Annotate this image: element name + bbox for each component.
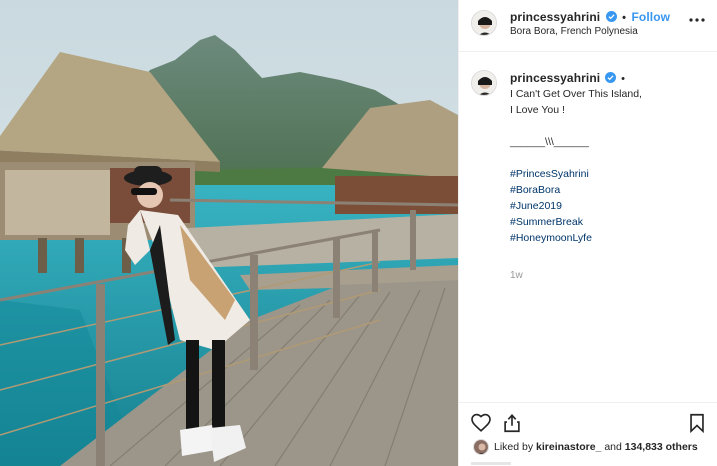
separator-dot: •	[621, 73, 625, 85]
caption-author-avatar[interactable]	[471, 70, 497, 96]
separator-dot: •	[622, 12, 627, 24]
verified-badge-icon	[605, 72, 617, 83]
header-username-row: princessyahrini • Follow	[510, 10, 670, 24]
heart-icon[interactable]	[470, 412, 492, 434]
likes-count[interactable]: 134,833 others	[625, 441, 698, 453]
caption-username[interactable]: princessyahrini	[510, 71, 600, 85]
caption-line	[510, 118, 710, 134]
verified-badge-icon	[605, 11, 617, 22]
hashtag-link[interactable]: #PrincesSyahrini	[510, 166, 710, 182]
likes-middle: and	[601, 441, 625, 453]
caption-line	[510, 150, 710, 166]
caption-header: princessyahrini •	[510, 70, 710, 86]
author-username[interactable]: princessyahrini	[510, 10, 600, 24]
comments-area: princessyahrini • I Can't Get Over This …	[459, 52, 717, 402]
post-header: princessyahrini • Follow Bora Bora, Fren…	[459, 0, 717, 52]
caption-line: I Can't Get Over This Island,	[510, 88, 642, 100]
post-timestamp[interactable]: 1w	[510, 268, 710, 284]
liker-avatar[interactable]	[473, 439, 489, 455]
more-options-icon[interactable]	[688, 13, 706, 27]
post-photo[interactable]	[0, 0, 458, 466]
hashtag-link[interactable]: #SummerBreak	[510, 214, 710, 230]
hashtag-link[interactable]: #June2019	[510, 198, 710, 214]
hashtag-link[interactable]: #HoneymoonLyfe	[510, 230, 710, 246]
likes-text: Liked by kireinastore_ and 134,833 other…	[494, 441, 698, 453]
truncated-date-stub	[471, 462, 511, 465]
location-link[interactable]: Bora Bora, French Polynesia	[510, 26, 638, 37]
liker-username[interactable]: kireinastore_	[536, 441, 601, 453]
follow-button[interactable]: Follow	[631, 10, 670, 24]
likes-summary: Liked by kireinastore_ and 134,833 other…	[459, 438, 717, 458]
caption-line: I Love You !	[510, 104, 565, 116]
photo-scene	[0, 0, 458, 466]
likes-prefix: Liked by	[494, 441, 537, 453]
hashtag-link[interactable]: #BoraBora	[510, 182, 710, 198]
share-icon[interactable]	[501, 412, 523, 434]
post-sidebar: princessyahrini • Follow Bora Bora, Fren…	[458, 0, 717, 466]
post-caption: princessyahrini • I Can't Get Over This …	[510, 70, 710, 284]
author-avatar[interactable]	[471, 10, 497, 36]
bookmark-icon[interactable]	[686, 412, 708, 434]
action-bar	[459, 402, 717, 438]
caption-line: ______\\\______	[510, 136, 589, 148]
